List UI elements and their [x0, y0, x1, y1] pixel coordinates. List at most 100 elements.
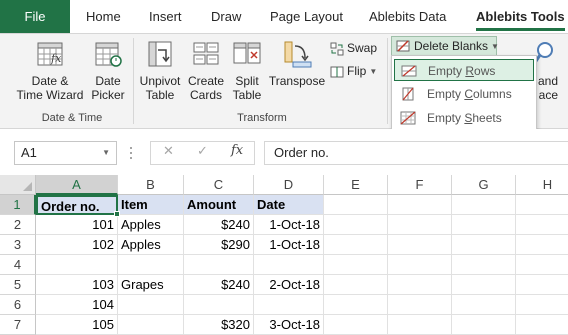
cell-a5[interactable]: 103: [36, 275, 118, 295]
cell-f2[interactable]: [388, 215, 452, 235]
cell-b1[interactable]: Item: [118, 195, 184, 215]
column-header-b[interactable]: B: [118, 175, 184, 195]
cell-g1[interactable]: [452, 195, 516, 215]
row-header-7[interactable]: 7: [0, 315, 36, 335]
cell-c7[interactable]: $320: [184, 315, 254, 335]
menu-item-empty-sheets[interactable]: Empty Sheets: [394, 107, 534, 129]
row-header-1[interactable]: 1: [0, 195, 36, 215]
cell-e2[interactable]: [324, 215, 388, 235]
cell-h4[interactable]: [516, 255, 568, 275]
cell-a2[interactable]: 101: [36, 215, 118, 235]
swap-button[interactable]: Swap: [330, 38, 377, 58]
create-cards-icon: [193, 42, 219, 65]
cell-a7[interactable]: 105: [36, 315, 118, 335]
cell-h1[interactable]: [516, 195, 568, 215]
tab-home[interactable]: Home: [86, 0, 121, 33]
cell-b6[interactable]: [118, 295, 184, 315]
cell-a6[interactable]: 104: [36, 295, 118, 315]
cell-f1[interactable]: [388, 195, 452, 215]
cell-g6[interactable]: [452, 295, 516, 315]
cell-g7[interactable]: [452, 315, 516, 335]
fill-handle[interactable]: [114, 211, 120, 217]
cell-e3[interactable]: [324, 235, 388, 255]
create-cards-button[interactable]: Create Cards: [186, 38, 226, 108]
cell-h5[interactable]: [516, 275, 568, 295]
unpivot-table-button[interactable]: Unpivot Table: [137, 38, 183, 108]
tab-insert[interactable]: Insert: [149, 0, 182, 33]
split-table-button[interactable]: Split Table: [228, 38, 266, 108]
cell-c1[interactable]: Amount: [184, 195, 254, 215]
cell-d6[interactable]: [254, 295, 324, 315]
date-time-wizard-button[interactable]: fx Date & Time Wizard: [14, 38, 86, 108]
cell-h3[interactable]: [516, 235, 568, 255]
cell-c5[interactable]: $240: [184, 275, 254, 295]
row-header-5[interactable]: 5: [0, 275, 36, 295]
tab-page-layout[interactable]: Page Layout: [270, 0, 343, 33]
column-header-c[interactable]: C: [184, 175, 254, 195]
cell-c3[interactable]: $290: [184, 235, 254, 255]
cell-f5[interactable]: [388, 275, 452, 295]
cell-h7[interactable]: [516, 315, 568, 335]
cell-f3[interactable]: [388, 235, 452, 255]
cell-g4[interactable]: [452, 255, 516, 275]
row-header-2[interactable]: 2: [0, 215, 36, 235]
cell-d5[interactable]: 2-Oct-18: [254, 275, 324, 295]
cell-d3[interactable]: 1-Oct-18: [254, 235, 324, 255]
column-header-g[interactable]: G: [452, 175, 516, 195]
cell-b7[interactable]: [118, 315, 184, 335]
insert-function-icon[interactable]: fx: [231, 143, 243, 158]
date-picker-button[interactable]: Date Picker: [88, 38, 128, 108]
transpose-button[interactable]: Transpose: [268, 38, 326, 108]
menu-item-empty-rows[interactable]: Empty Rows: [394, 59, 534, 81]
name-box[interactable]: A1 ▼: [14, 141, 117, 165]
tab-file[interactable]: File: [0, 0, 70, 33]
cell-a4[interactable]: [36, 255, 118, 275]
cell-d1[interactable]: Date: [254, 195, 324, 215]
column-header-h[interactable]: H: [516, 175, 568, 195]
cell-d4[interactable]: [254, 255, 324, 275]
cell-b4[interactable]: [118, 255, 184, 275]
chevron-down-icon[interactable]: ▼: [102, 142, 110, 164]
cell-d2[interactable]: 1-Oct-18: [254, 215, 324, 235]
cell-b5[interactable]: Grapes: [118, 275, 184, 295]
cell-c2[interactable]: $240: [184, 215, 254, 235]
cell-f7[interactable]: [388, 315, 452, 335]
cell-g3[interactable]: [452, 235, 516, 255]
cell-d7[interactable]: 3-Oct-18: [254, 315, 324, 335]
cell-e7[interactable]: [324, 315, 388, 335]
cell-a1[interactable]: Order no.: [36, 195, 118, 215]
tab-ablebits-data[interactable]: Ablebits Data: [369, 0, 446, 33]
column-header-e[interactable]: E: [324, 175, 388, 195]
column-header-f[interactable]: F: [388, 175, 452, 195]
cell-f4[interactable]: [388, 255, 452, 275]
tab-draw[interactable]: Draw: [211, 0, 241, 33]
resize-handle-icon[interactable]: [128, 143, 134, 163]
cell-h2[interactable]: [516, 215, 568, 235]
delete-blanks-button[interactable]: Delete Blanks ▼: [391, 36, 499, 56]
cell-e5[interactable]: [324, 275, 388, 295]
select-all-corner[interactable]: [0, 175, 36, 195]
cell-b2[interactable]: Apples: [118, 215, 184, 235]
flip-button[interactable]: Flip ▼: [330, 61, 377, 81]
column-header-d[interactable]: D: [254, 175, 324, 195]
cell-h6[interactable]: [516, 295, 568, 315]
cell-e6[interactable]: [324, 295, 388, 315]
cell-g2[interactable]: [452, 215, 516, 235]
menu-item-empty-columns[interactable]: Empty Columns: [394, 83, 534, 105]
cell-e4[interactable]: [324, 255, 388, 275]
tab-ablebits-tools[interactable]: Ablebits Tools: [476, 0, 565, 33]
formula-input[interactable]: Order no.: [264, 141, 568, 165]
cell-c6[interactable]: [184, 295, 254, 315]
cell-f6[interactable]: [388, 295, 452, 315]
row-header-3[interactable]: 3: [0, 235, 36, 255]
cell-c4[interactable]: [184, 255, 254, 275]
cell-a3[interactable]: 102: [36, 235, 118, 255]
cell-g5[interactable]: [452, 275, 516, 295]
cell-e1[interactable]: [324, 195, 388, 215]
cancel-icon[interactable]: ✕: [163, 143, 174, 159]
cell-b3[interactable]: Apples: [118, 235, 184, 255]
enter-icon[interactable]: ✓: [197, 143, 208, 159]
column-header-a[interactable]: A: [36, 175, 118, 195]
row-header-6[interactable]: 6: [0, 295, 36, 315]
row-header-4[interactable]: 4: [0, 255, 36, 275]
